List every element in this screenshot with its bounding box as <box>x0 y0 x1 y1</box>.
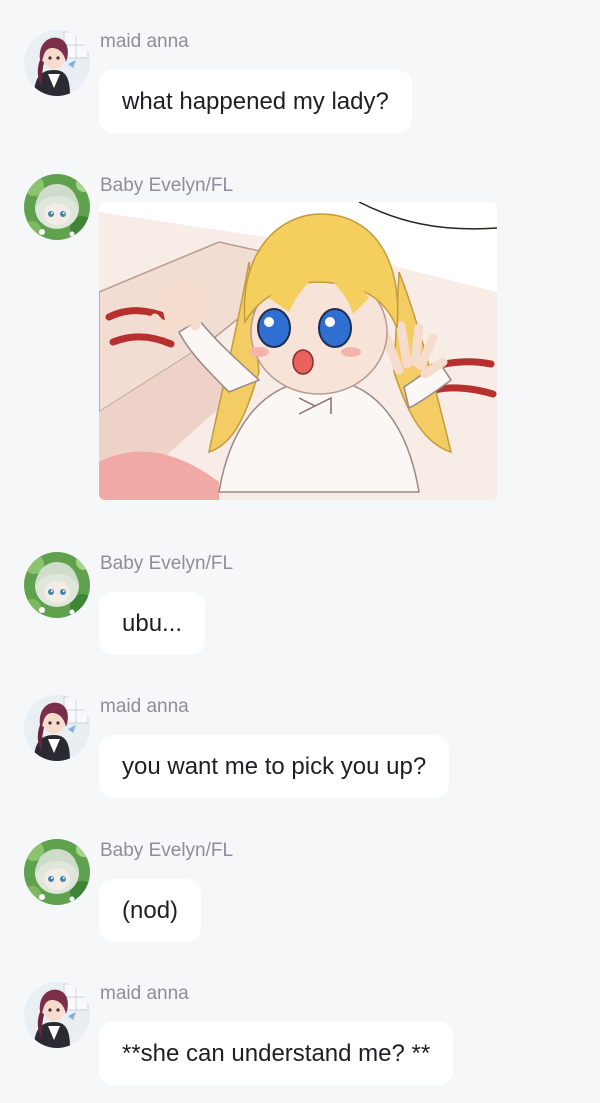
image-attachment[interactable] <box>99 202 497 500</box>
chat-message: Baby Evelyn/FL (nod) <box>0 839 600 949</box>
message-bubble: **she can understand me? ** <box>99 1022 454 1085</box>
avatar-image <box>24 30 90 96</box>
maid-anna-avatar[interactable] <box>24 695 90 761</box>
baby-evelyn-avatar[interactable] <box>24 174 90 240</box>
chat-message: maid anna what happened my lady? <box>0 30 600 140</box>
avatar-image <box>24 695 90 761</box>
avatar-image <box>24 839 90 905</box>
maid-anna-avatar[interactable] <box>24 30 90 96</box>
message-author: maid anna <box>100 31 189 52</box>
baby-evelyn-avatar[interactable] <box>24 839 90 905</box>
chat-message: maid anna **she can understand me? ** <box>0 982 600 1092</box>
avatar-image <box>24 174 90 240</box>
chat-message: maid anna you want me to pick you up? <box>0 695 600 805</box>
avatar-image <box>24 552 90 618</box>
chat-message: Baby Evelyn/FL ubu... <box>0 552 600 662</box>
message-bubble: you want me to pick you up? <box>99 735 450 798</box>
message-author: Baby Evelyn/FL <box>100 840 234 861</box>
message-bubble: what happened my lady? <box>99 70 412 133</box>
chibi-girl-illustration <box>99 202 497 500</box>
baby-evelyn-avatar[interactable] <box>24 552 90 618</box>
maid-anna-avatar[interactable] <box>24 982 90 1048</box>
chat-transcript: maid anna what happened my lady? Baby Ev… <box>0 0 600 1103</box>
message-bubble: ubu... <box>99 592 206 655</box>
message-author: maid anna <box>100 696 189 717</box>
chat-message: Baby Evelyn/FL <box>0 174 600 514</box>
message-author: Baby Evelyn/FL <box>100 553 234 574</box>
message-bubble: (nod) <box>99 879 202 942</box>
message-author: maid anna <box>100 983 189 1004</box>
avatar-image <box>24 982 90 1048</box>
message-author: Baby Evelyn/FL <box>100 175 234 196</box>
